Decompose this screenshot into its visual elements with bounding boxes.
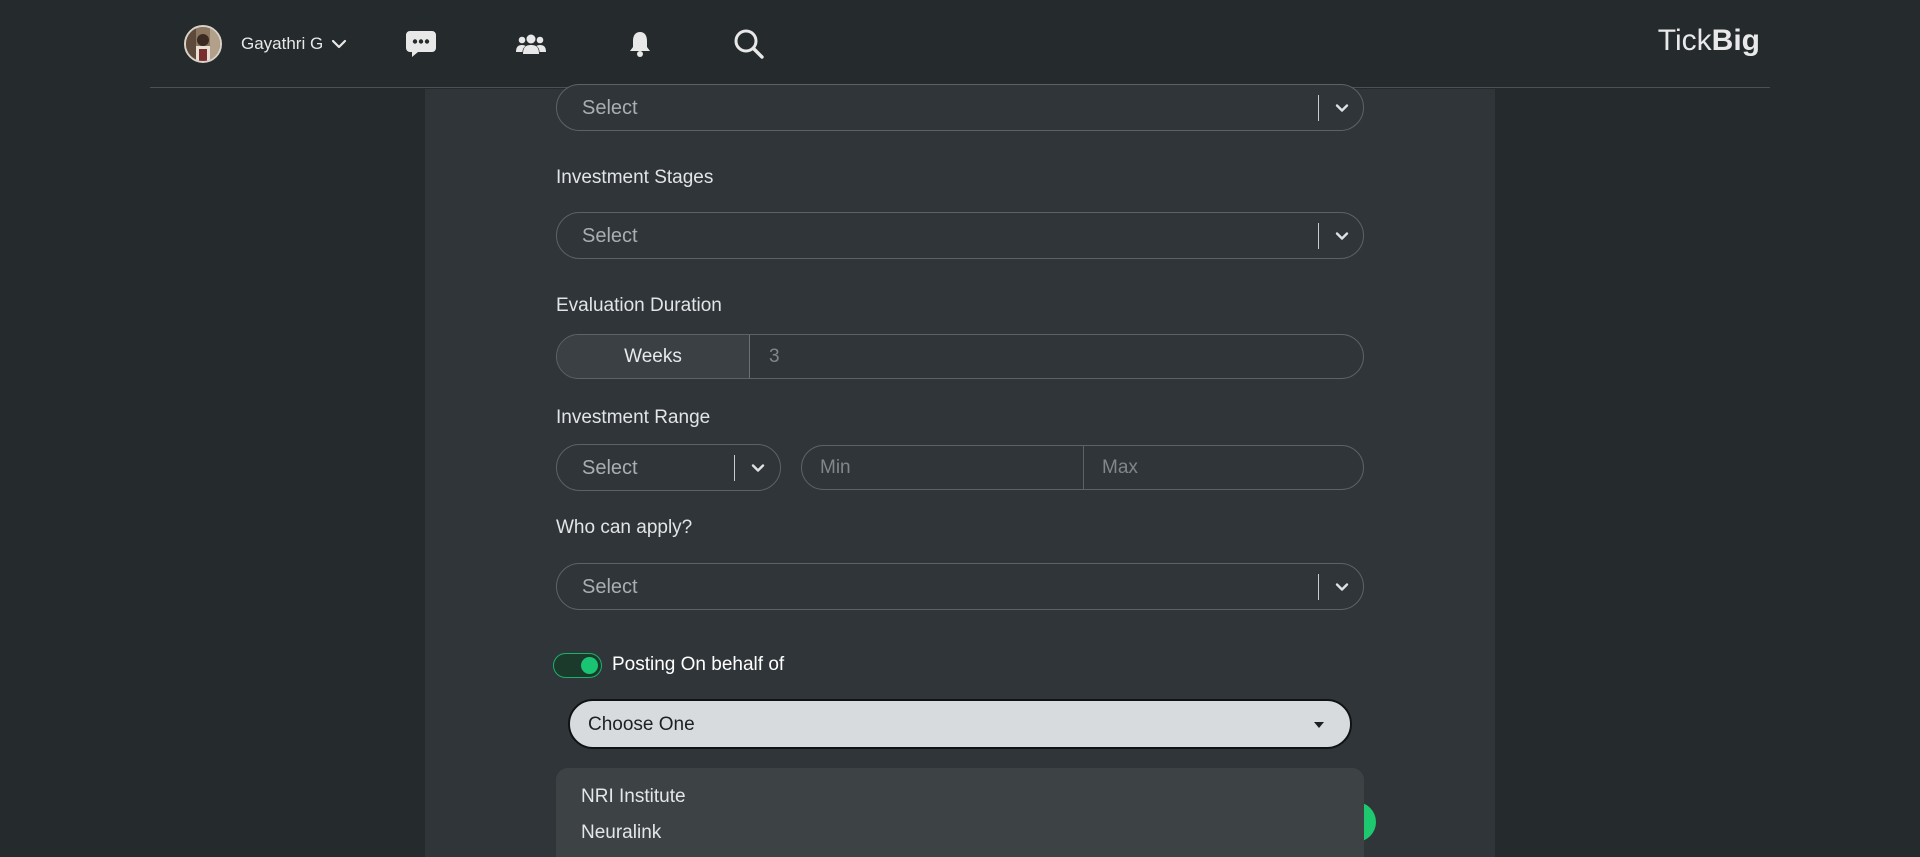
min-input[interactable]: Min — [801, 445, 1084, 490]
select-separator — [1318, 574, 1319, 600]
select-placeholder: Select — [582, 576, 638, 598]
brand-logo[interactable]: TickBig — [1658, 24, 1760, 58]
duration-unit-button[interactable]: Weeks — [557, 335, 750, 378]
organization-option[interactable]: Neuralink — [581, 822, 661, 844]
chat-icon[interactable] — [402, 26, 440, 62]
min-placeholder: Min — [820, 457, 851, 478]
investment-stages-select[interactable]: Select — [556, 212, 1364, 259]
chevron-down-icon[interactable] — [331, 36, 347, 52]
chevron-down-icon[interactable] — [1334, 579, 1350, 595]
search-icon[interactable] — [730, 26, 768, 62]
select-placeholder: Select — [582, 225, 638, 247]
select-placeholder: Select — [582, 97, 638, 119]
chevron-down-icon[interactable] — [750, 460, 766, 476]
user-menu[interactable]: Gayathri G — [184, 24, 347, 64]
select-placeholder: Select — [582, 457, 638, 479]
who-can-apply-label: Who can apply? — [556, 517, 693, 538]
investment-stages-label: Investment Stages — [556, 167, 714, 188]
select-separator — [1318, 95, 1319, 121]
select-separator — [734, 455, 735, 481]
user-name[interactable]: Gayathri G — [241, 34, 323, 54]
brand-light: Tick — [1657, 24, 1712, 57]
chevron-down-icon[interactable] — [1334, 228, 1350, 244]
organization-select-value: Choose One — [588, 714, 695, 735]
posting-on-behalf-label: Posting On behalf of — [612, 654, 785, 675]
chevron-down-icon[interactable] — [1334, 100, 1350, 116]
top-navigation: Gayathri G TickBig — [150, 0, 1770, 88]
investment-range-label: Investment Range — [556, 407, 711, 428]
people-icon[interactable] — [512, 26, 550, 62]
organization-option[interactable]: NRI Institute — [581, 786, 686, 808]
caret-down-icon — [1314, 722, 1324, 728]
toggle-knob — [581, 657, 598, 674]
duration-input[interactable]: 3 — [769, 346, 780, 368]
max-input[interactable]: Max — [1083, 445, 1364, 490]
max-placeholder: Max — [1102, 457, 1138, 478]
evaluation-duration-label: Evaluation Duration — [556, 295, 722, 316]
currency-select[interactable]: Select — [556, 444, 781, 491]
organization-select[interactable]: Choose One — [568, 699, 1352, 749]
top-select[interactable]: Select — [556, 84, 1364, 131]
who-can-apply-select[interactable]: Select — [556, 563, 1364, 610]
organization-options-list: NRI Institute Neuralink — [556, 768, 1364, 857]
select-separator — [1318, 223, 1319, 249]
brand-bold: Big — [1711, 24, 1760, 57]
evaluation-duration-field: Weeks 3 — [556, 334, 1364, 379]
bell-icon[interactable] — [621, 26, 659, 62]
user-avatar[interactable] — [184, 25, 222, 63]
posting-on-behalf-toggle[interactable] — [553, 653, 602, 678]
